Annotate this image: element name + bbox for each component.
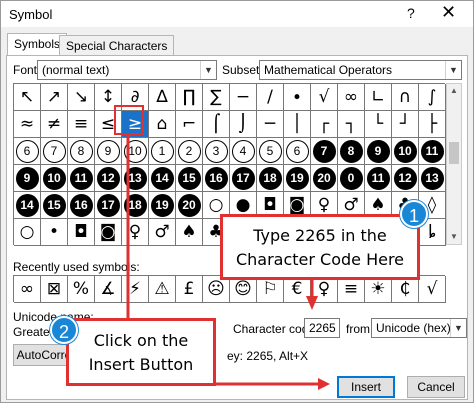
step-1-badge: 1 — [400, 200, 428, 228]
callout-insert-button: Click on the Insert Button — [66, 318, 216, 386]
callout-1-text: Type 2265 in the Character Code Here — [235, 226, 405, 269]
step-2-badge: 2 — [50, 316, 78, 344]
callout-character-code: Type 2265 in the Character Code Here — [220, 214, 420, 280]
callout-2-text: Click on the Insert Button — [88, 331, 194, 374]
arrow-1-path — [306, 280, 318, 310]
